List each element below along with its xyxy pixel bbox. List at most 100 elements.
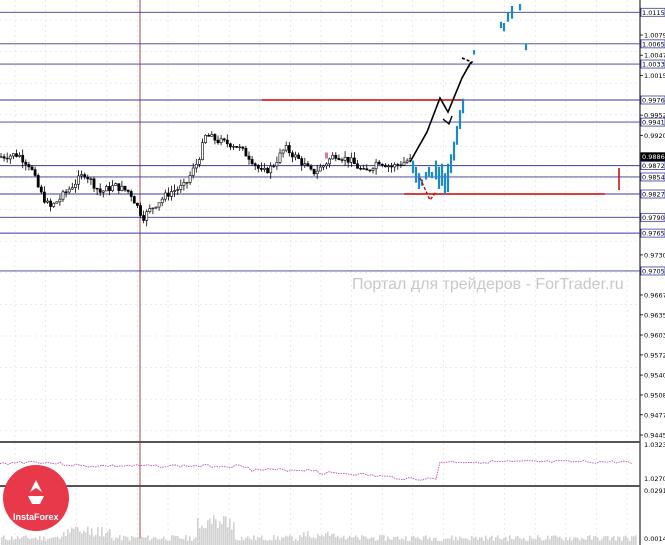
candle-body [396,164,400,166]
volume-bar [59,538,61,545]
volume-bar [267,540,269,545]
candle-body [312,168,316,175]
volume-bar [11,536,13,545]
candle-body [266,167,270,174]
volume-bar [43,536,45,545]
volume-bar [353,537,355,545]
volume-bar [507,540,509,545]
volume-bar [367,538,369,545]
candle-body [362,168,366,170]
volume-bar [443,538,445,545]
candle-body [33,169,37,176]
volume-bar [141,536,143,545]
volume-bar [437,540,439,545]
volume-bar [625,535,627,545]
candle-body [198,159,201,165]
volume-bar [253,535,255,545]
candle-body [8,155,12,160]
volume-bar [407,540,409,545]
projection-bar [430,171,434,179]
volume-bar [525,540,527,545]
volume-bar [177,535,179,545]
volume-bar [161,538,163,545]
volume-bar [377,539,379,545]
volume-bar [123,535,125,545]
volume-bar [125,536,127,545]
volume-bar [395,537,397,545]
volume-bar [25,535,27,545]
volume-bar [371,537,373,545]
volume-bar [221,524,223,545]
volume-bar [211,523,213,545]
volume-bar [205,528,207,545]
volume-bar [159,539,161,545]
candle-body [321,165,325,168]
volume-bar [275,539,277,545]
volume-bar [155,537,157,545]
volume-bar [549,539,551,545]
volume-bar [131,535,133,545]
level-lines [0,11,640,272]
volume-bar [239,540,241,545]
oscillator-tick-label: 1.0323 [644,441,665,449]
volume-bar [265,539,267,545]
instaforex-logo: InstaForex [3,465,69,531]
volume-bar [189,536,191,545]
candle-body [241,146,245,149]
volume-bar [247,536,249,545]
volume-bar [1,537,3,545]
volume-bar [361,535,363,545]
candle-body [83,174,87,178]
price-tick-label: 0.95085 [644,391,665,399]
volume-bar [101,526,103,545]
volume-bar [441,540,443,545]
price-chart[interactable]: 1.007901.004701.001500.995200.992000.973… [0,0,665,545]
volume-bar [561,538,563,545]
volume-bar [321,534,323,545]
candle-body [157,202,161,208]
volume-bar [289,535,291,545]
candle-body [117,183,121,191]
volume-bar [599,540,601,545]
volume-bar [347,538,349,545]
volume-bar [151,538,153,545]
volume-bar [73,528,75,545]
volume-bar [311,538,313,545]
volume-bar [375,540,377,545]
volume-bar [447,538,449,545]
volume-bar [429,537,431,545]
volume-bar [461,538,463,545]
volume-bar [469,540,471,545]
volume-bar [563,540,565,545]
candle-body [108,186,111,192]
candle-body [259,168,263,170]
volume-bar [495,537,497,545]
volume-bar [49,538,51,545]
volume-bar [133,537,135,545]
volume-bar [283,537,285,545]
volume-bar [503,538,505,545]
volume-bar [349,535,351,545]
volume-bar [325,533,327,545]
projection-bar [449,154,453,174]
candle-body [238,146,242,149]
volume-bar [169,540,171,545]
volume-bar [243,539,245,545]
candle-body [15,153,18,157]
candle-body [229,143,232,148]
volume-bar [455,537,457,545]
volume-bar [277,536,279,545]
candle-body [328,158,332,165]
volume-bar [431,540,433,545]
volume-bar [163,536,165,545]
volume-bar [273,535,275,545]
volume-bar [193,538,195,545]
volume-bar [241,536,243,545]
volume-bar [499,538,501,545]
candle-body [318,166,322,172]
projection-bar [461,98,465,114]
projection-bar [443,173,447,195]
level-badge-label: 0.9827 [642,191,665,199]
volume-bar [497,535,499,545]
candle-body [213,134,217,141]
